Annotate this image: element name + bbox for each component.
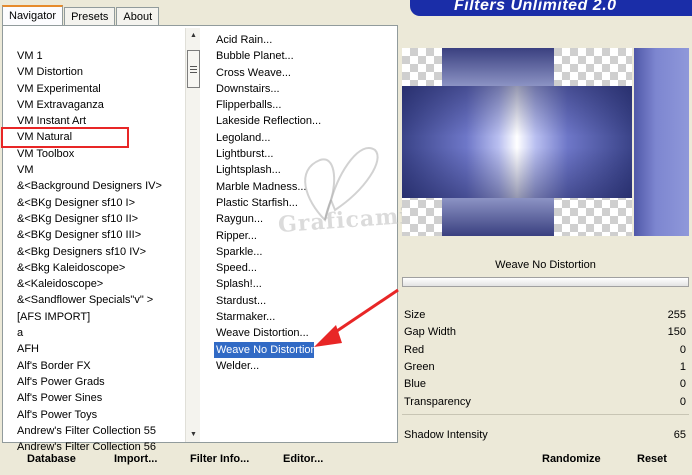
category-item[interactable]: Andrew's Filter Collection 55 <box>15 423 185 439</box>
selected-filter-name: Weave No Distortion <box>402 255 689 275</box>
parameter-value: 0 <box>679 395 686 408</box>
randomize-button[interactable]: Randomize <box>540 451 603 467</box>
category-item[interactable]: VM Distortion <box>15 64 185 80</box>
editor-button[interactable]: Editor... <box>281 451 325 467</box>
parameter-label: Shadow Intensity <box>404 429 488 441</box>
filter-item[interactable]: Bubble Planet... <box>214 48 354 64</box>
parameter-label: Size <box>404 309 426 321</box>
category-item[interactable]: VM <box>15 162 185 178</box>
category-item[interactable]: Alf's Power Grads <box>15 374 185 390</box>
category-item[interactable]: &<Background Designers IV> <box>15 178 185 194</box>
filter-item[interactable]: Sparkle... <box>214 244 354 260</box>
preview-top-block <box>442 48 554 86</box>
progress-bar <box>402 277 689 287</box>
parameter-label: Gap Width <box>404 326 456 339</box>
parameter-value: 0 <box>679 343 686 356</box>
filter-item[interactable]: Weave No Distortion <box>214 341 317 358</box>
parameter-value: 1 <box>679 360 686 373</box>
title-banner: Filters Unlimited 2.0 <box>410 0 692 16</box>
parameter-label: Red <box>404 343 425 356</box>
preview-right-strip <box>634 48 689 236</box>
category-item[interactable]: a <box>15 325 185 341</box>
category-item[interactable]: VM Experimental <box>15 81 185 97</box>
category-item[interactable]: Alf's Power Toys <box>15 407 185 423</box>
filter-item[interactable]: Lakeside Reflection... <box>214 113 354 129</box>
category-item[interactable]: &<Bkg Kaleidoscope> <box>15 260 185 276</box>
parameter-label: Blue <box>404 378 427 391</box>
filter-item[interactable]: Splash!... <box>214 276 354 292</box>
parameter-row[interactable]: Blue 0 <box>404 376 688 392</box>
filter-item[interactable]: Downstairs... <box>214 81 354 97</box>
category-item[interactable]: &<BKg Designer sf10 I> <box>15 195 185 211</box>
filter-item[interactable]: Weave Distortion... <box>214 325 354 341</box>
category-item[interactable]: Alf's Power Sines <box>15 390 185 406</box>
category-scrollbar[interactable]: ▲ ▼ <box>185 28 200 442</box>
scroll-up-arrow-icon[interactable]: ▲ <box>187 29 200 42</box>
tab-about[interactable]: About <box>116 7 160 25</box>
parameter-value: 65 <box>673 429 686 441</box>
category-item[interactable]: &<BKg Designer sf10 III> <box>15 227 185 243</box>
category-item[interactable]: &<Kaleidoscope> <box>15 276 185 292</box>
filter-item[interactable]: Ripper... <box>214 228 354 244</box>
filter-item[interactable]: Raygun... <box>214 211 354 227</box>
parameter-label: Transparency <box>404 395 471 408</box>
filter-preview <box>402 48 689 236</box>
preview-bottom-block <box>442 198 554 236</box>
filter-item[interactable]: Plastic Starfish... <box>214 195 354 211</box>
parameter-label: Green <box>404 360 435 373</box>
parameter-value: 150 <box>667 326 686 339</box>
parameter-row[interactable]: Gap Width 150 <box>404 324 688 340</box>
filter-item[interactable]: Lightburst... <box>214 146 354 162</box>
filters-unlimited-window: Navigator Presets About Filters Unlimite… <box>0 0 692 475</box>
scroll-thumb[interactable] <box>187 50 200 88</box>
filter-item[interactable]: Speed... <box>214 260 354 276</box>
scroll-down-arrow-icon[interactable]: ▼ <box>187 428 200 441</box>
filter-item[interactable]: Flipperballs... <box>214 97 354 113</box>
tab-bar: Navigator Presets About <box>2 5 160 25</box>
filter-item[interactable]: Stardust... <box>214 293 354 309</box>
preview-middle-band <box>402 86 632 198</box>
category-item[interactable]: Alf's Border FX <box>15 358 185 374</box>
category-item[interactable]: [AFS IMPORT] <box>15 309 185 325</box>
category-item[interactable]: &<Sandflower Specials"v" > <box>15 292 185 308</box>
parameter-value: 255 <box>667 309 686 321</box>
parameter-row[interactable]: Shadow Intensity 65 <box>404 427 688 443</box>
filter-item[interactable]: Legoland... <box>214 130 354 146</box>
parameter-row[interactable]: Red 0 <box>404 342 688 358</box>
category-item[interactable]: VM Extravaganza <box>15 97 185 113</box>
import-button[interactable]: Import... <box>112 451 159 467</box>
filter-item[interactable]: Welder... <box>214 358 354 374</box>
database-button[interactable]: Database <box>25 451 78 467</box>
parameter-divider <box>402 414 689 415</box>
category-item[interactable]: AFH <box>15 341 185 357</box>
parameter-value: 0 <box>679 378 686 391</box>
filter-info-button[interactable]: Filter Info... <box>188 451 251 467</box>
parameter-row[interactable]: Size 255 <box>404 307 688 323</box>
filter-item[interactable]: Starmaker... <box>214 309 354 325</box>
parameter-row[interactable]: Green 1 <box>404 359 688 375</box>
filter-list: Acid Rain... Bubble Planet... Cross Weave.… <box>214 32 354 374</box>
reset-button[interactable]: Reset <box>635 451 669 467</box>
category-item[interactable]: &<BKg Designer sf10 II> <box>15 211 185 227</box>
banner-title: Filters Unlimited 2.0 <box>454 0 617 14</box>
navigator-panel: VM 1 VM Distortion VM Experimental VM Extra… <box>1 25 398 453</box>
category-item[interactable]: VM Instant Art <box>15 113 185 129</box>
filter-item[interactable]: Marble Madness... <box>214 179 354 195</box>
category-list: VM 1 VM Distortion VM Experimental VM Extra… <box>1 48 185 455</box>
parameter-row[interactable]: Transparency 0 <box>404 394 688 410</box>
category-item[interactable]: &<Bkg Designers sf10 IV> <box>15 244 185 260</box>
filter-item[interactable]: Acid Rain... <box>214 32 354 48</box>
tab-presets[interactable]: Presets <box>64 7 116 25</box>
category-item[interactable]: VM Natural <box>1 127 129 148</box>
category-item[interactable]: VM 1 <box>15 48 185 64</box>
category-item[interactable]: VM Toolbox <box>15 146 185 162</box>
filter-item[interactable]: Cross Weave... <box>214 65 354 81</box>
filter-item[interactable]: Lightsplash... <box>214 162 354 178</box>
tab-navigator[interactable]: Navigator <box>2 5 64 25</box>
